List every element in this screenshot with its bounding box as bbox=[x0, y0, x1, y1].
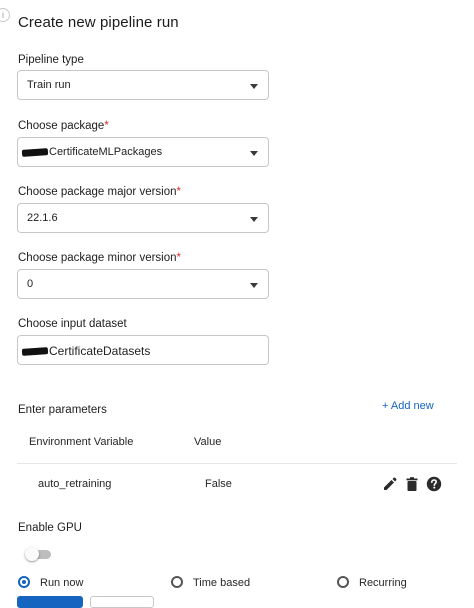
package-value: CertificateMLPackages bbox=[49, 146, 163, 158]
dataset-value-wrap: CertificateDatasets bbox=[21, 344, 151, 358]
parameters-section-label: Enter parameters bbox=[18, 404, 107, 416]
radio-recurring[interactable] bbox=[337, 576, 349, 588]
package-value-wrap: CertificateMLPackages bbox=[21, 146, 163, 158]
table-divider bbox=[17, 463, 457, 464]
submit-button[interactable] bbox=[17, 596, 83, 608]
required-mark: * bbox=[104, 120, 109, 132]
required-mark: * bbox=[176, 186, 182, 198]
parameter-variable: auto_retraining bbox=[38, 478, 112, 490]
redaction-mark bbox=[21, 147, 49, 157]
required-mark: * bbox=[176, 252, 182, 264]
dataset-value: CertificateDatasets bbox=[49, 344, 151, 358]
toggle-knob bbox=[25, 547, 39, 561]
column-header-value: Value bbox=[194, 436, 222, 448]
chevron-down-icon bbox=[250, 84, 258, 89]
chevron-down-icon bbox=[250, 283, 258, 288]
package-select[interactable]: CertificateMLPackages bbox=[17, 137, 269, 167]
help-icon[interactable] bbox=[426, 476, 442, 492]
dataset-input[interactable]: CertificateDatasets bbox=[17, 335, 269, 365]
chevron-down-icon bbox=[250, 217, 258, 222]
minor-version-label-text: Choose package minor version bbox=[18, 252, 177, 264]
cancel-button[interactable] bbox=[90, 596, 154, 608]
add-new-button[interactable]: + Add new bbox=[382, 400, 434, 412]
gpu-toggle[interactable] bbox=[25, 547, 51, 561]
parameter-value: False bbox=[205, 478, 232, 490]
trash-icon[interactable] bbox=[404, 476, 420, 492]
dataset-label: Choose input dataset bbox=[18, 318, 127, 330]
minor-version-select[interactable]: 0 bbox=[17, 269, 269, 299]
radio-run-now[interactable] bbox=[18, 576, 30, 588]
column-header-variable: Environment Variable bbox=[29, 436, 134, 448]
gpu-label: Enable GPU bbox=[18, 522, 82, 534]
major-version-label-text: Choose package major version bbox=[18, 186, 177, 198]
pipeline-type-value: Train run bbox=[27, 79, 71, 91]
radio-run-now-label: Run now bbox=[40, 577, 84, 589]
package-label: Choose package* bbox=[18, 120, 109, 132]
major-version-label: Choose package major version* bbox=[18, 186, 181, 198]
package-label-text: Choose package bbox=[18, 120, 105, 132]
pipeline-type-label-text: Pipeline type bbox=[18, 54, 84, 66]
major-version-select[interactable]: 22.1.6 bbox=[17, 203, 269, 233]
radio-time-based-label: Time based bbox=[193, 577, 251, 589]
dataset-label-text: Choose input dataset bbox=[18, 318, 127, 330]
major-version-value: 22.1.6 bbox=[27, 212, 58, 224]
radio-time-based[interactable] bbox=[171, 576, 183, 588]
minor-version-label: Choose package minor version* bbox=[18, 252, 181, 264]
redaction-mark bbox=[21, 347, 49, 357]
pencil-icon[interactable] bbox=[382, 476, 398, 492]
minor-version-value: 0 bbox=[27, 278, 34, 290]
pipeline-type-label: Pipeline type bbox=[18, 54, 84, 66]
info-icon: i bbox=[0, 8, 10, 22]
pipeline-type-select[interactable]: Train run bbox=[17, 70, 269, 100]
page-title: Create new pipeline run bbox=[18, 14, 179, 31]
chevron-down-icon bbox=[250, 151, 258, 156]
radio-recurring-label: Recurring bbox=[359, 577, 407, 589]
